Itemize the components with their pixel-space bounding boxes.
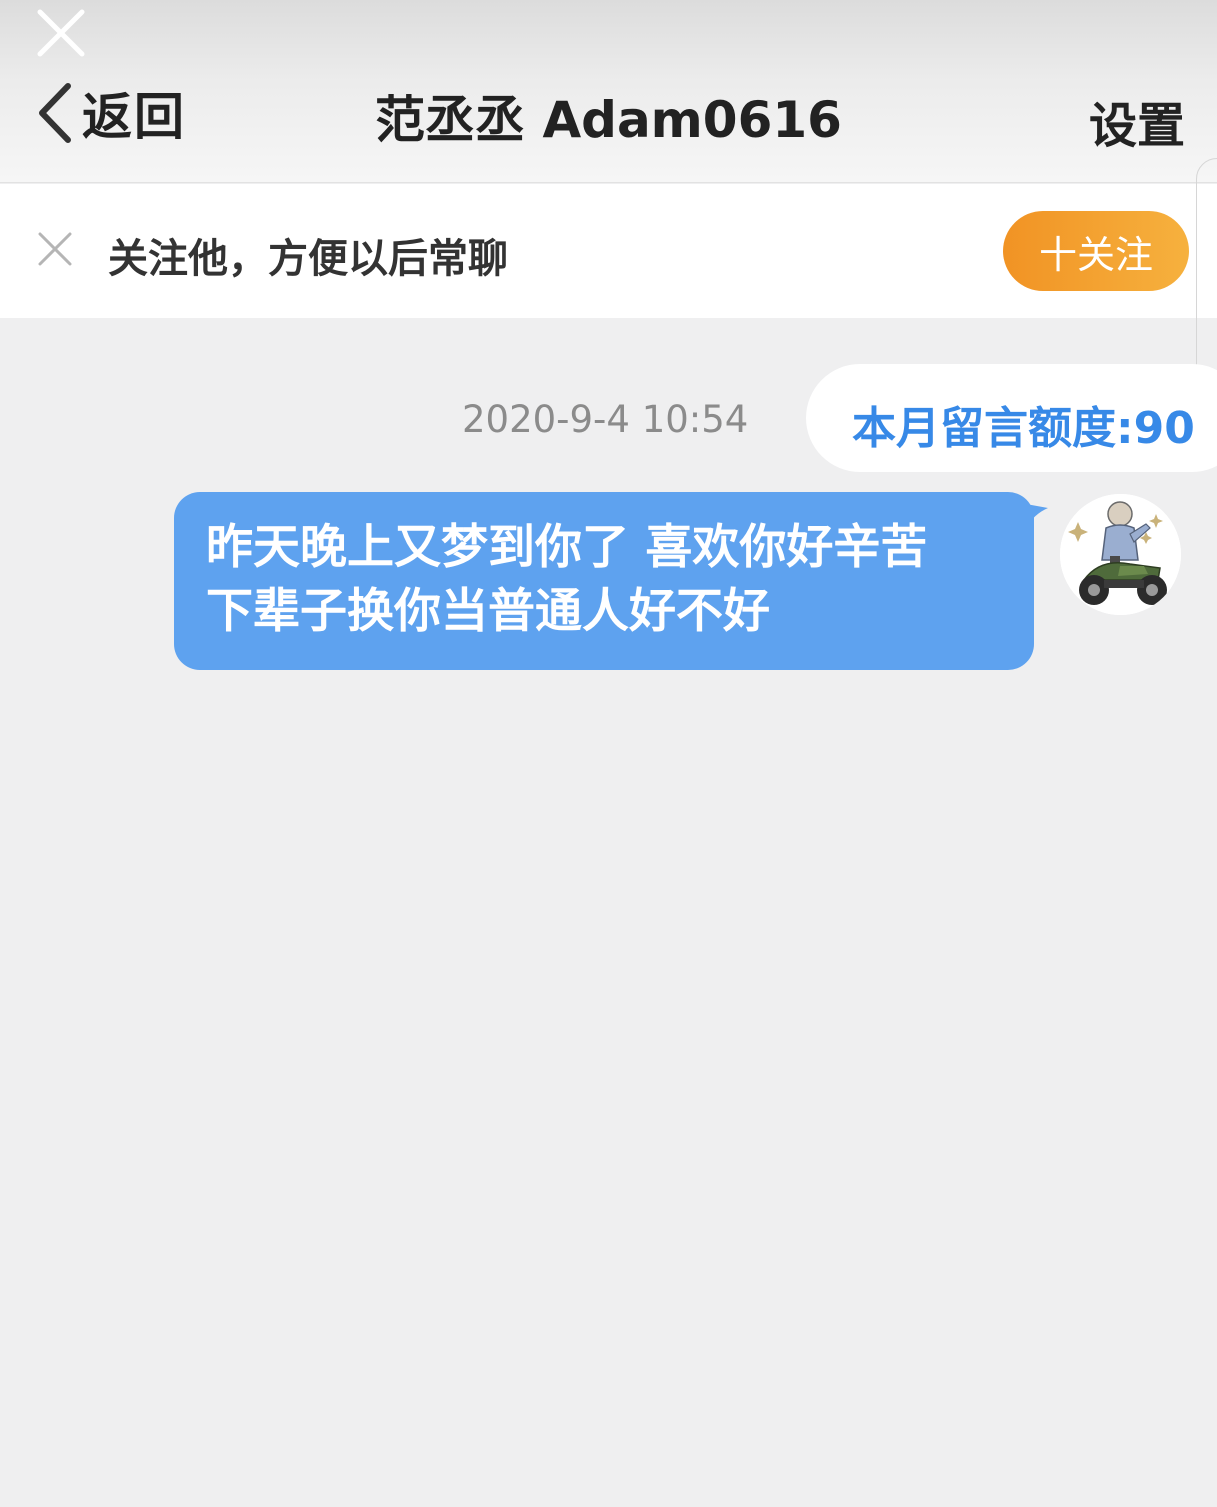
user-avatar[interactable] <box>1060 494 1181 615</box>
back-button[interactable]: 返回 <box>30 78 186 148</box>
follow-button[interactable]: 十关注 <box>1003 211 1189 291</box>
chevron-left-icon <box>30 78 76 148</box>
follow-prompt-bar: 关注他，方便以后常聊 十关注 <box>0 184 1217 318</box>
back-label: 返回 <box>82 88 186 146</box>
message-timestamp: 2020-9-4 10:54 <box>462 398 749 441</box>
settings-button[interactable]: 设置 <box>1089 86 1185 156</box>
message-bubble[interactable]: 昨天晚上又梦到你了 喜欢你好辛苦 下辈子换你当普通人好不好 <box>174 492 1034 670</box>
message-quota-text: 本月留言额度:90 <box>852 403 1195 454</box>
close-icon[interactable] <box>30 2 90 62</box>
dismiss-x-icon[interactable] <box>34 228 76 270</box>
message-line: 昨天晚上又梦到你了 喜欢你好辛苦 <box>206 520 928 575</box>
follow-prompt-text: 关注他，方便以后常聊 <box>108 236 508 282</box>
nav-header: 返回 范丞丞 Adam0616 设置 <box>0 0 1217 183</box>
message-line: 下辈子换你当普通人好不好 <box>206 584 770 639</box>
